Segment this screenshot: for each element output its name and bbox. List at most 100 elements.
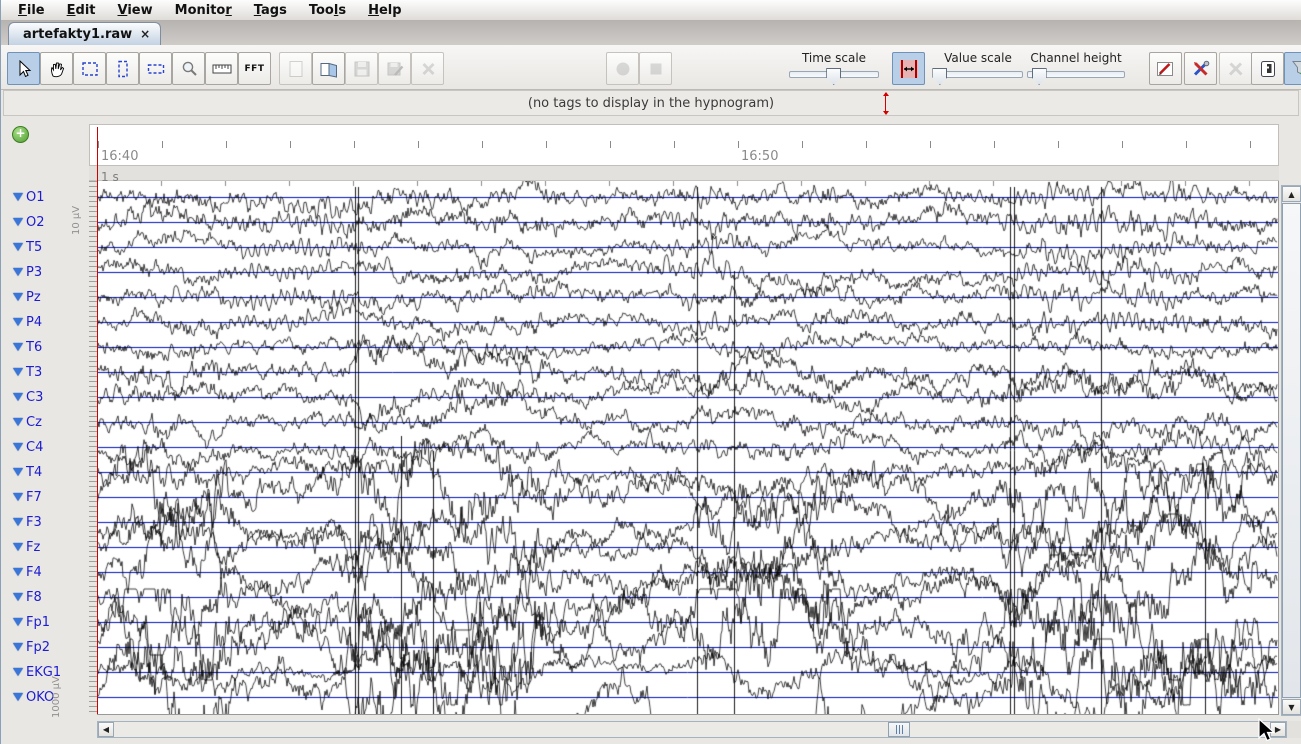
close-tags-button[interactable]: [411, 52, 444, 85]
record-button[interactable]: [606, 52, 639, 85]
channel-label-F4[interactable]: F4: [13, 563, 87, 581]
mouse-cursor: [1257, 718, 1279, 744]
menu-item-view[interactable]: View: [107, 2, 164, 19]
menu-item-help[interactable]: Help: [357, 2, 412, 19]
channel-collapse-icon[interactable]: [13, 243, 23, 251]
value-tick-ruler: [89, 181, 97, 714]
selection-cursor-line: [97, 127, 98, 714]
add-channel-button[interactable]: +: [12, 126, 29, 143]
zoom-tool-button[interactable]: [172, 52, 205, 85]
channel-label-T4[interactable]: T4: [13, 463, 87, 481]
channel-label-OKO[interactable]: OKO: [13, 688, 87, 706]
arrow-down-icon: ▼: [1288, 703, 1294, 712]
hypnogram-strip[interactable]: (no tags to display in the hypnogram): [3, 90, 1299, 116]
channel-name: F4: [26, 565, 42, 580]
eeg-plot[interactable]: [97, 181, 1279, 715]
value-scale-slider-thumb[interactable]: [932, 68, 947, 85]
channel-label-T6[interactable]: T6: [13, 338, 87, 356]
channel-label-P3[interactable]: P3: [13, 263, 87, 281]
channel-label-Fp1[interactable]: Fp1: [13, 613, 87, 631]
channel-collapse-icon[interactable]: [13, 643, 23, 651]
channel-collapse-icon[interactable]: [13, 193, 23, 201]
channel-collapse-icon[interactable]: [13, 468, 23, 476]
channel-collapse-icon[interactable]: [13, 268, 23, 276]
save-tags-button[interactable]: [345, 52, 378, 85]
menu-item-tools[interactable]: Tools: [298, 2, 357, 19]
channel-label-Fp2[interactable]: Fp2: [13, 638, 87, 656]
menu-item-file[interactable]: File: [7, 2, 56, 19]
tab-close-icon[interactable]: ×: [140, 29, 150, 39]
channel-label-F7[interactable]: F7: [13, 488, 87, 506]
tab-title: artefakty1.raw: [23, 27, 132, 42]
signal-tools-button[interactable]: [1219, 52, 1252, 85]
time-scale-slider-thumb[interactable]: [826, 68, 841, 85]
column-select-tool-button[interactable]: [106, 52, 139, 85]
tab-artefakty1[interactable]: artefakty1.raw ×: [8, 22, 161, 45]
montage-tools-button[interactable]: [1184, 52, 1217, 85]
scroll-down-button[interactable]: ▼: [1282, 699, 1301, 715]
menu-item-edit[interactable]: Edit: [56, 2, 107, 19]
channel-label-EKG1[interactable]: EKG1: [13, 663, 87, 681]
channel-collapse-icon[interactable]: [13, 418, 23, 426]
magnifier-icon: [179, 59, 199, 79]
channel-collapse-icon[interactable]: [13, 443, 23, 451]
fit-time-scale-button[interactable]: [892, 52, 925, 85]
horizontal-scroll-thumb[interactable]: [888, 722, 910, 737]
channel-collapse-icon[interactable]: [13, 543, 23, 551]
time-scale-strip: 1 s: [89, 166, 1279, 181]
channel-collapse-icon[interactable]: [13, 593, 23, 601]
stop-button[interactable]: [639, 52, 672, 85]
channel-label-P4[interactable]: P4: [13, 313, 87, 331]
channel-label-Cz[interactable]: Cz: [13, 413, 87, 431]
montage-presets-button[interactable]: [1251, 52, 1284, 85]
vertical-scrollbar[interactable]: ▲ ▼: [1281, 185, 1301, 716]
channel-collapse-icon[interactable]: [13, 493, 23, 501]
channel-collapse-icon[interactable]: [13, 368, 23, 376]
channel-label-F8[interactable]: F8: [13, 588, 87, 606]
channel-height-slider-label: Channel height: [1027, 51, 1125, 65]
channel-collapse-icon[interactable]: [13, 318, 23, 326]
channel-name: Cz: [26, 415, 42, 430]
time-ruler[interactable]: 16:4016:50: [89, 124, 1279, 166]
channel-collapse-icon[interactable]: [13, 693, 23, 701]
fft-tool-button[interactable]: FFT: [238, 52, 271, 85]
channel-label-C3[interactable]: C3: [13, 388, 87, 406]
vertical-scroll-thumb[interactable]: [1282, 203, 1301, 698]
save-tags-as-button[interactable]: [378, 52, 411, 85]
channel-label-Pz[interactable]: Pz: [13, 288, 87, 306]
row-select-tool-button[interactable]: [139, 52, 172, 85]
menu-item-monitor[interactable]: Monitor: [164, 2, 243, 19]
scroll-left-button[interactable]: ◀: [98, 722, 114, 737]
value-scale-slider-track[interactable]: [933, 71, 1023, 78]
channel-collapse-icon[interactable]: [13, 568, 23, 576]
channel-collapse-icon[interactable]: [13, 218, 23, 226]
channel-name: T5: [26, 240, 42, 255]
edit-montage-button[interactable]: [1149, 52, 1182, 85]
ruler-tool-button[interactable]: [205, 52, 238, 85]
channel-label-F3[interactable]: F3: [13, 513, 87, 531]
channel-height-slider-track[interactable]: [1027, 71, 1125, 78]
channel-label-T3[interactable]: T3: [13, 363, 87, 381]
channel-collapse-icon[interactable]: [13, 518, 23, 526]
channel-collapse-icon[interactable]: [13, 393, 23, 401]
hand-tool-button[interactable]: [40, 52, 73, 85]
channel-collapse-icon[interactable]: [13, 668, 23, 676]
time-scale-slider-track[interactable]: [789, 71, 879, 78]
scroll-up-button[interactable]: ▲: [1282, 186, 1301, 202]
channel-collapse-icon[interactable]: [13, 618, 23, 626]
horizontal-scrollbar[interactable]: ◀ ▶: [97, 721, 1287, 738]
filter-toggle-button[interactable]: [1284, 52, 1301, 85]
select-tool-button[interactable]: [73, 52, 106, 85]
open-tag-document-button[interactable]: [312, 52, 345, 85]
menu-item-tags[interactable]: Tags: [243, 2, 298, 19]
channel-label-Fz[interactable]: Fz: [13, 538, 87, 556]
channel-collapse-icon[interactable]: [13, 293, 23, 301]
channel-label-C4[interactable]: C4: [13, 438, 87, 456]
new-tag-document-button[interactable]: [279, 52, 312, 85]
pointer-tool-button[interactable]: [7, 52, 40, 85]
delete-x-icon: [418, 59, 438, 79]
channel-collapse-icon[interactable]: [13, 343, 23, 351]
channel-label-T5[interactable]: T5: [13, 238, 87, 256]
channel-height-slider-thumb[interactable]: [1032, 68, 1047, 85]
blank-page-icon: [286, 59, 306, 79]
